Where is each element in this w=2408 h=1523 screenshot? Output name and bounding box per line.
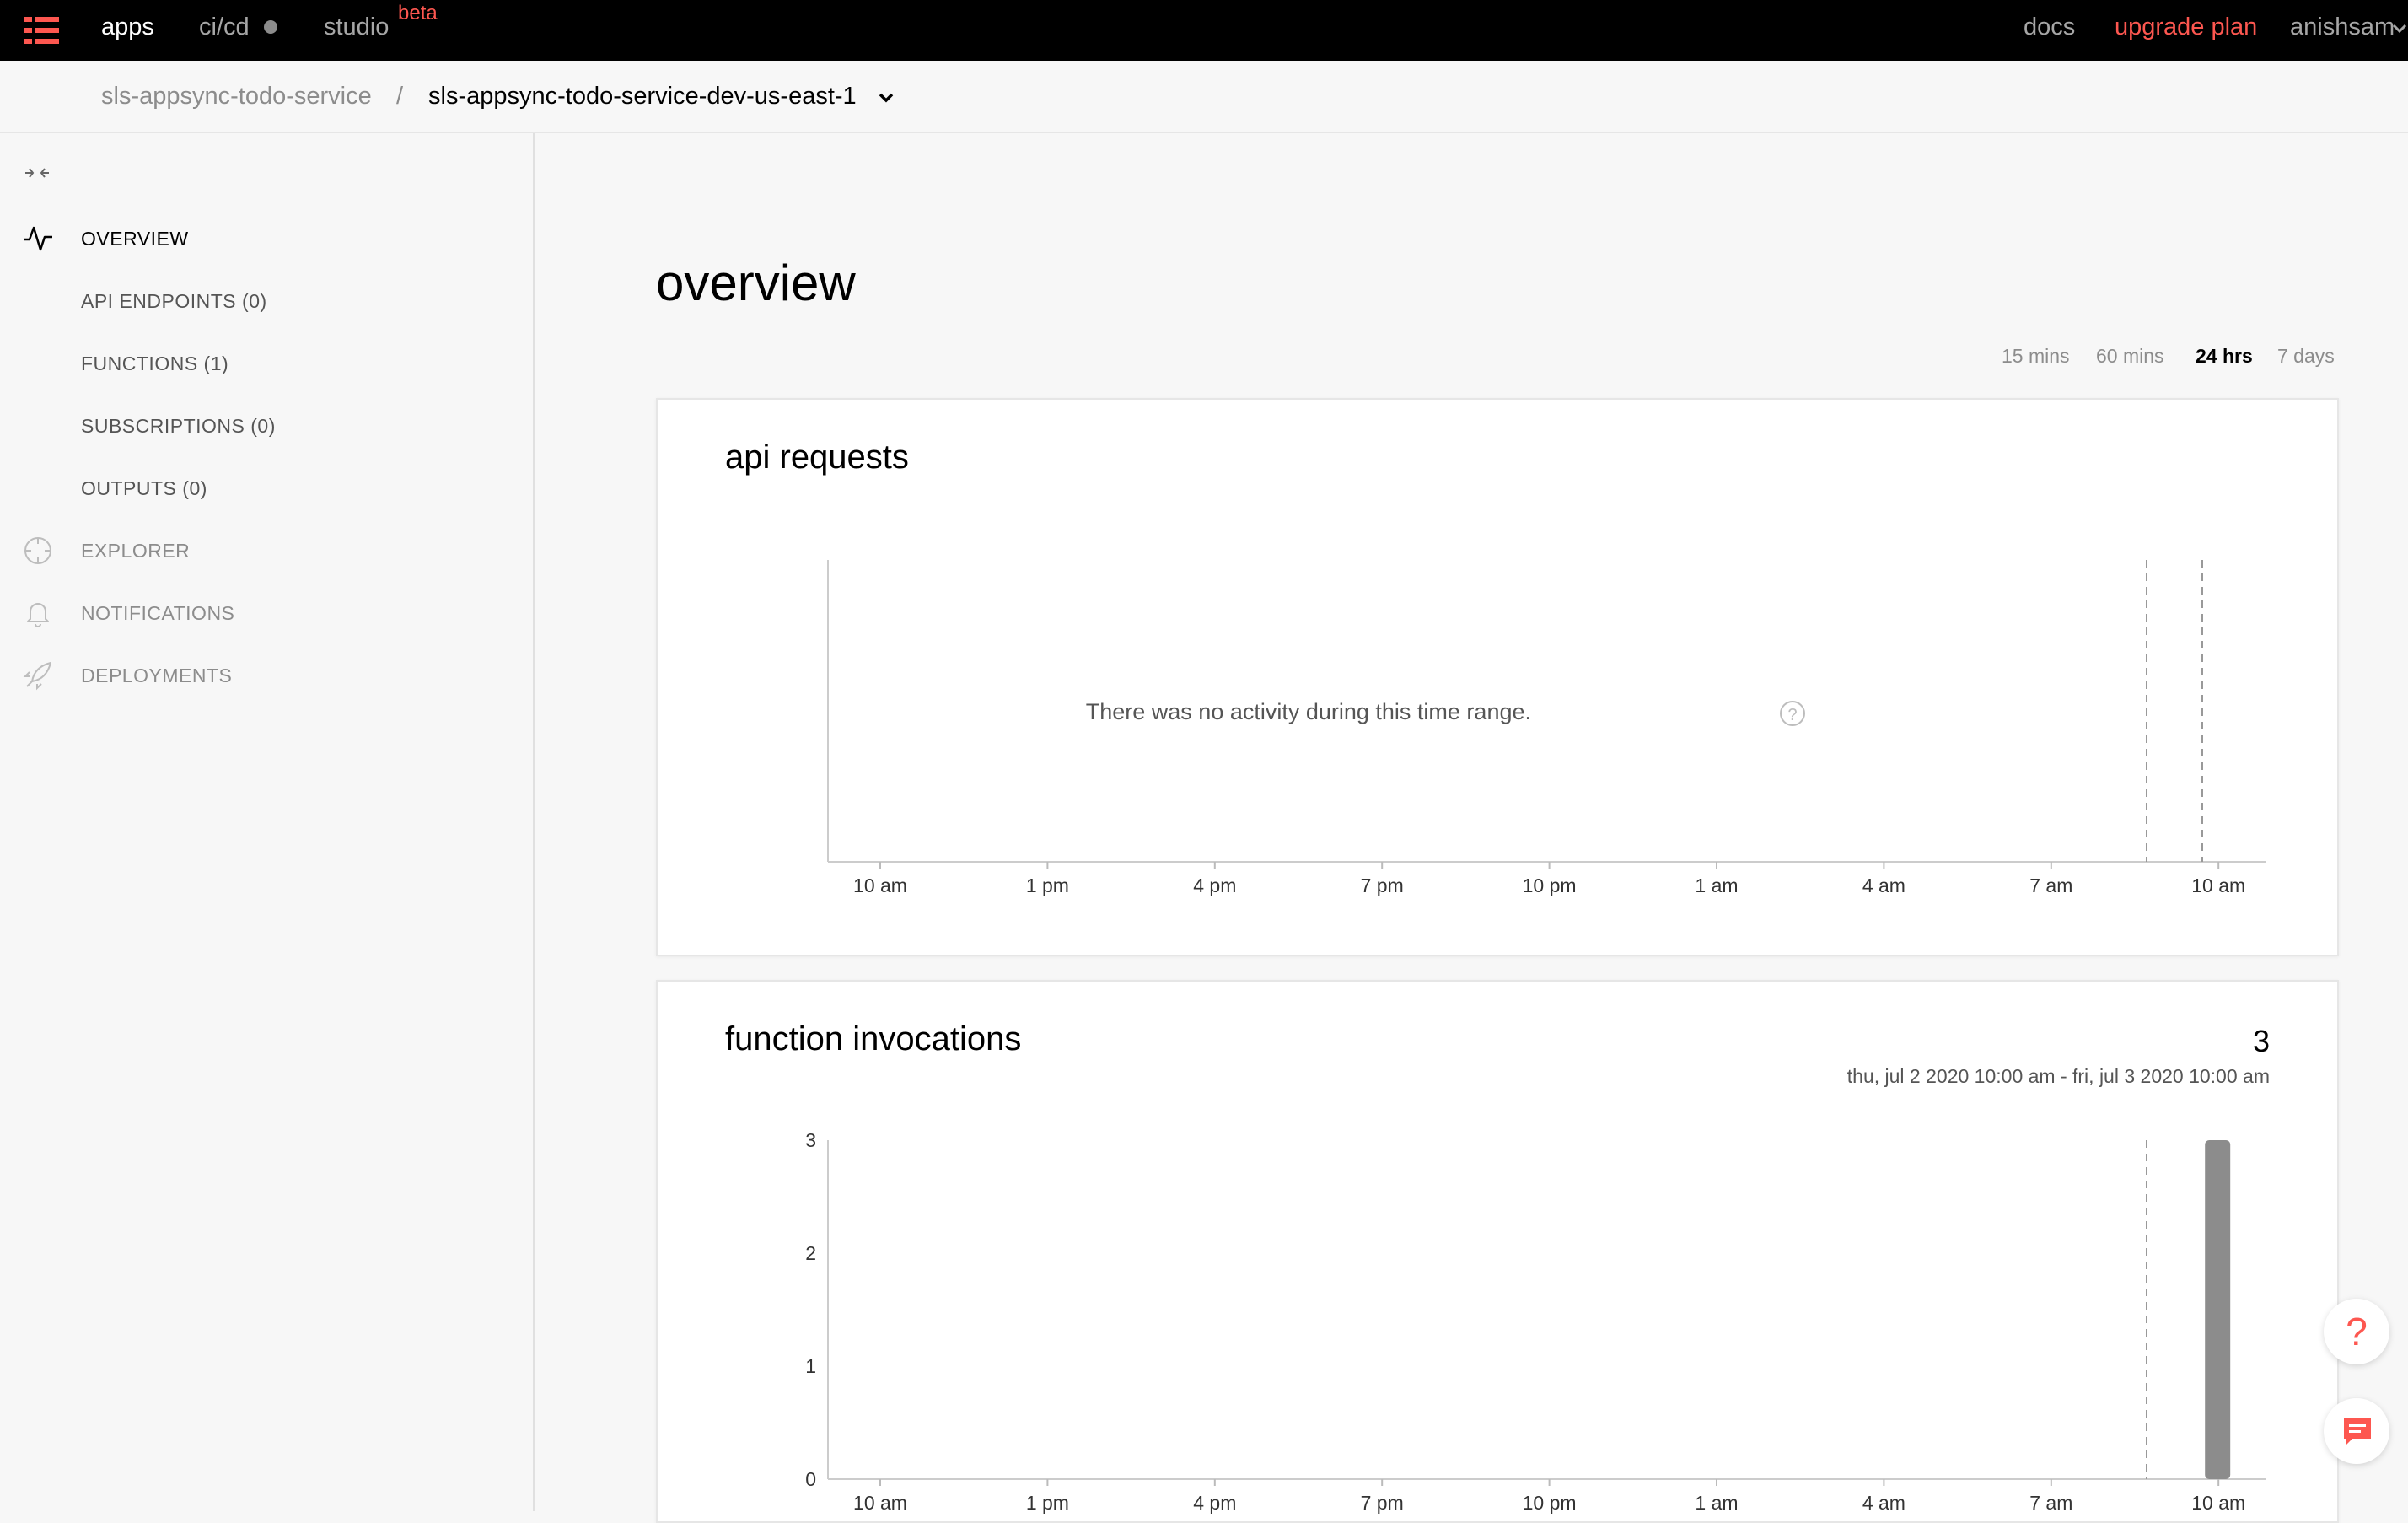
nav-cicd[interactable]: ci/cd — [199, 12, 250, 42]
nav-studio[interactable]: studio — [324, 12, 389, 42]
range-24-hrs[interactable]: 24 hrs — [2196, 344, 2253, 368]
sidebar-item-explorer[interactable]: EXPLORER — [81, 539, 190, 562]
svg-text:?: ? — [1787, 706, 1797, 724]
top-nav: apps ci/cd studio beta docs upgrade plan… — [0, 0, 2408, 61]
function-invocations-x-tick-label: 10 pm — [1523, 1492, 1577, 1514]
rocket-icon — [23, 662, 51, 691]
crosshair-icon — [24, 537, 51, 564]
bell-icon — [27, 603, 49, 627]
beta-badge: beta — [398, 2, 438, 24]
chevron-down-icon[interactable] — [2391, 23, 2408, 35]
collapse-sidebar-icon[interactable] — [24, 165, 51, 180]
function-invocations-y-tick-label: 2 — [805, 1242, 816, 1264]
question-mark-icon: ? — [2346, 1310, 2368, 1353]
function-invocations-y-tick-label: 1 — [805, 1355, 816, 1377]
function-invocations-x-tick-label: 4 pm — [1193, 1492, 1236, 1514]
chevron-down-icon[interactable] — [877, 91, 895, 105]
page-title: overview — [656, 255, 856, 311]
sidebar-item-subscriptions[interactable]: SUBSCRIPTIONS (0) — [81, 414, 276, 438]
user-menu[interactable]: anishsam — [2290, 12, 2395, 42]
sidebar — [0, 133, 535, 1511]
function-invocations-card: function invocations 3 thu, jul 2 2020 1… — [656, 980, 2339, 1523]
serverless-logo-icon[interactable] — [24, 15, 59, 46]
api-requests-x-tick-label: 10 pm — [1523, 875, 1577, 896]
help-button[interactable]: ? — [2324, 1299, 2389, 1364]
breadcrumb-instance[interactable]: sls-appsync-todo-service-dev-us-east-1 — [428, 81, 857, 111]
breadcrumb: sls-appsync-todo-service / sls-appsync-t… — [0, 61, 2408, 133]
function-invocations-x-tick-label: 1 pm — [1026, 1492, 1069, 1514]
api-requests-x-tick-label: 10 am — [2191, 875, 2245, 896]
api-requests-card: api requests 10 am 1 pm 4 pm 7 pm 10 pm 1 am 4… — [656, 398, 2339, 956]
range-15-mins[interactable]: 15 mins — [2002, 344, 2070, 368]
chat-button[interactable] — [2324, 1398, 2389, 1464]
api-requests-x-tick-label: 4 pm — [1193, 875, 1236, 896]
sidebar-item-overview[interactable]: OVERVIEW — [81, 227, 189, 250]
help-circle-icon[interactable]: ? — [1780, 701, 1805, 726]
function-invocations-y-tick-label: 3 — [805, 1129, 816, 1151]
api-requests-x-tick-label: 1 pm — [1026, 875, 1069, 896]
function-invocations-y-tick-label: 0 — [805, 1468, 816, 1490]
api-requests-x-tick-label: 7 pm — [1361, 875, 1404, 896]
nav-docs[interactable]: docs — [2024, 12, 2075, 42]
function-invocations-x-tick-label: 7 pm — [1361, 1492, 1404, 1514]
function-invocations-x-tick-label: 7 am — [2029, 1492, 2072, 1514]
breadcrumb-app[interactable]: sls-appsync-todo-service — [101, 81, 372, 111]
sidebar-item-notifications[interactable]: NOTIFICATIONS — [81, 601, 234, 625]
function-invocations-x-tick-label: 4 am — [1862, 1492, 1905, 1514]
function-invocations-x-tick-label: 10 am — [853, 1492, 907, 1514]
sidebar-item-api-endpoints[interactable]: API ENDPOINTS (0) — [81, 289, 267, 313]
api-requests-x-tick-label: 1 am — [1695, 875, 1738, 896]
breadcrumb-separator: / — [396, 83, 404, 110]
api-requests-x-tick-label: 10 am — [853, 875, 907, 896]
cicd-status-dot — [264, 20, 277, 34]
nav-apps[interactable]: apps — [101, 12, 154, 42]
function-invocations-x-tick-label: 10 am — [2191, 1492, 2245, 1514]
sidebar-item-deployments[interactable]: DEPLOYMENTS — [81, 664, 232, 687]
invocations-bar[interactable] — [2205, 1140, 2231, 1479]
sidebar-item-outputs[interactable]: OUTPUTS (0) — [81, 476, 207, 500]
api-requests-x-tick-label: 4 am — [1862, 875, 1905, 896]
sidebar-item-functions[interactable]: FUNCTIONS (1) — [81, 352, 228, 375]
function-invocations-x-tick-label: 1 am — [1695, 1492, 1738, 1514]
api-requests-chart: 10 am 1 pm 4 pm 7 pm 10 pm 1 am 4 am 7 am 10 am … — [827, 560, 2266, 896]
chat-icon — [2344, 1418, 2371, 1445]
function-invocations-chart: 0 1 2 3 10 am 1 pm 4 pm 7 pm 10 pm 1 am 4 am 7 am 1… — [805, 1129, 2266, 1514]
empty-state-message: There was no activity during this time r… — [1086, 699, 1531, 724]
api-requests-x-tick-label: 7 am — [2029, 875, 2072, 896]
activity-icon — [24, 226, 52, 251]
range-7-days[interactable]: 7 days — [2277, 344, 2335, 368]
range-60-mins[interactable]: 60 mins — [2096, 344, 2164, 368]
upgrade-plan-link[interactable]: upgrade plan — [2115, 12, 2257, 42]
